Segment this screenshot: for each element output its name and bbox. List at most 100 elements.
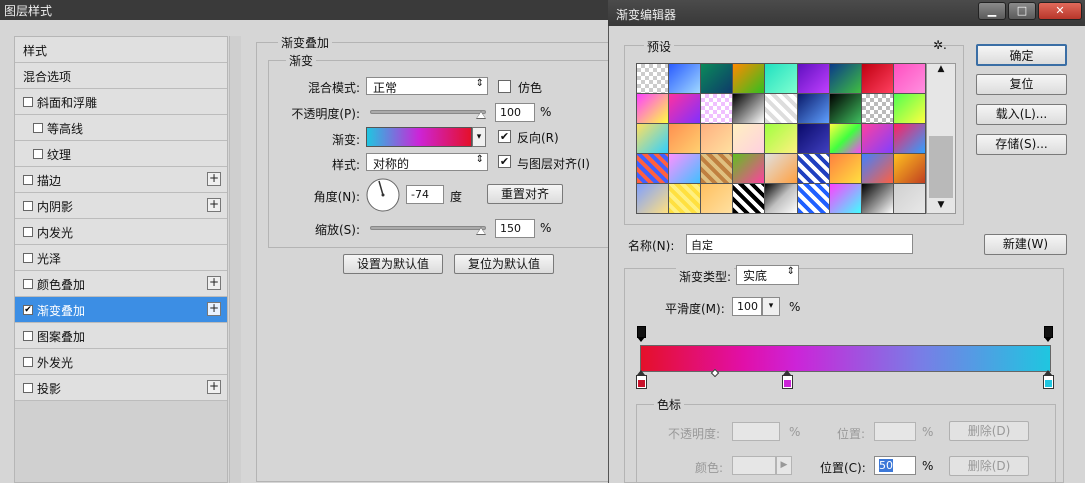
style-checkbox[interactable] — [23, 253, 33, 263]
opacity-stop-left[interactable] — [637, 326, 646, 342]
preset-swatch[interactable] — [861, 94, 893, 123]
preset-swatch[interactable] — [637, 124, 669, 153]
preset-swatch[interactable] — [669, 64, 701, 93]
preset-swatch[interactable] — [765, 154, 797, 183]
color-stop-cyan[interactable] — [1043, 370, 1054, 389]
style-list-item[interactable]: 描边 + — [15, 167, 227, 193]
align-layer-checkbox[interactable]: ✔ — [498, 155, 511, 168]
preset-scrollbar[interactable]: ▲ ▼ — [926, 63, 956, 214]
style-checkbox[interactable] — [23, 357, 33, 367]
preset-swatch[interactable] — [861, 124, 893, 153]
preset-swatch[interactable] — [893, 64, 925, 93]
add-effect-icon[interactable]: + — [207, 302, 221, 316]
preset-swatch[interactable] — [861, 154, 893, 183]
style-checkbox[interactable]: ✔ — [23, 305, 33, 315]
style-list-item[interactable]: 混合选项 — [15, 63, 227, 89]
blend-mode-select[interactable]: 正常 ⇕ — [366, 77, 488, 95]
opacity-input[interactable]: 100 — [495, 103, 535, 122]
preset-swatch[interactable] — [701, 184, 733, 213]
style-checkbox[interactable] — [33, 149, 43, 159]
color-stop-purple[interactable] — [782, 370, 793, 389]
preset-swatch[interactable] — [669, 124, 701, 153]
preset-swatch[interactable] — [893, 184, 925, 213]
minimize-icon[interactable]: ▁ — [978, 2, 1006, 20]
gradient-picker-arrow[interactable]: ▾ — [472, 127, 486, 147]
gradient-type-select[interactable]: 实底 ⇕ — [736, 265, 799, 285]
add-effect-icon[interactable]: + — [207, 172, 221, 186]
preset-swatch[interactable] — [797, 184, 829, 213]
add-effect-icon[interactable]: + — [207, 380, 221, 394]
style-checkbox[interactable] — [23, 175, 33, 185]
reverse-checkbox[interactable]: ✔ — [498, 130, 511, 143]
preset-swatch[interactable] — [765, 184, 797, 213]
style-list-item[interactable]: 外发光 — [15, 349, 227, 375]
preset-swatch[interactable] — [893, 154, 925, 183]
style-checkbox[interactable] — [23, 201, 33, 211]
angle-dial-icon[interactable] — [365, 177, 401, 213]
style-select[interactable]: 对称的 ⇕ — [366, 153, 488, 171]
make-default-button[interactable]: 设置为默认值 — [343, 254, 443, 274]
preset-swatch[interactable] — [669, 94, 701, 123]
smoothness-dropdown-arrow[interactable]: ▾ — [762, 297, 780, 316]
style-list-item[interactable]: 内阴影 + — [15, 193, 227, 219]
save-button[interactable]: 存储(S)... — [976, 134, 1067, 155]
angle-input[interactable]: -74 — [406, 185, 444, 204]
new-button[interactable]: 新建(W) — [984, 234, 1067, 255]
close-icon[interactable]: ✕ — [1038, 2, 1082, 20]
style-list-item[interactable]: 颜色叠加 + — [15, 271, 227, 297]
style-checkbox[interactable] — [33, 123, 43, 133]
dither-checkbox[interactable] — [498, 80, 511, 93]
style-list-item[interactable]: 投影 + — [15, 375, 227, 401]
style-list-item[interactable]: 图案叠加 — [15, 323, 227, 349]
preset-swatch[interactable] — [765, 94, 797, 123]
opacity-slider-track[interactable] — [370, 110, 486, 114]
preset-swatch[interactable] — [829, 64, 861, 93]
preset-swatch[interactable] — [669, 184, 701, 213]
preset-swatch[interactable] — [829, 94, 861, 123]
ok-button[interactable]: 确定 — [976, 44, 1067, 66]
preset-swatch[interactable] — [893, 94, 925, 123]
style-checkbox[interactable] — [23, 227, 33, 237]
opacity-slider-thumb[interactable] — [476, 111, 486, 119]
preset-swatch[interactable] — [733, 94, 765, 123]
style-list-item[interactable]: ✔ 渐变叠加 + — [15, 297, 227, 323]
style-list-item[interactable]: 内发光 — [15, 219, 227, 245]
style-checkbox[interactable] — [23, 331, 33, 341]
preset-swatch[interactable] — [733, 184, 765, 213]
preset-swatch[interactable] — [733, 124, 765, 153]
name-input[interactable]: 自定 — [686, 234, 913, 254]
preset-swatch[interactable] — [701, 124, 733, 153]
reset-align-button[interactable]: 重置对齐 — [487, 184, 563, 204]
add-effect-icon[interactable]: + — [207, 198, 221, 212]
preset-swatch[interactable] — [861, 184, 893, 213]
style-list-item[interactable]: 等高线 — [15, 115, 227, 141]
preset-swatch[interactable] — [701, 154, 733, 183]
scale-slider-thumb[interactable] — [476, 227, 486, 235]
style-list-item[interactable]: 光泽 — [15, 245, 227, 271]
preset-swatch[interactable] — [797, 64, 829, 93]
preset-swatch[interactable] — [637, 64, 669, 93]
preset-swatch[interactable] — [733, 154, 765, 183]
style-checkbox[interactable] — [23, 383, 33, 393]
scale-slider-track[interactable] — [370, 226, 486, 230]
load-button[interactable]: 载入(L)... — [976, 104, 1067, 125]
preset-swatch[interactable] — [861, 64, 893, 93]
gradient-preview-swatch[interactable] — [366, 127, 472, 147]
style-list-item[interactable]: 斜面和浮雕 — [15, 89, 227, 115]
color-stop-red[interactable] — [636, 370, 647, 389]
preset-swatch[interactable] — [765, 124, 797, 153]
preset-swatch[interactable] — [797, 124, 829, 153]
preset-swatch[interactable] — [733, 64, 765, 93]
scroll-up-icon[interactable]: ▲ — [927, 64, 955, 78]
preset-swatch[interactable] — [829, 184, 861, 213]
reset-default-button[interactable]: 复位为默认值 — [454, 254, 554, 274]
scale-input[interactable]: 150 — [495, 219, 535, 238]
style-checkbox[interactable] — [23, 279, 33, 289]
style-list-item[interactable]: 样式 — [15, 37, 227, 63]
reset-button[interactable]: 复位 — [976, 74, 1067, 95]
preset-swatch[interactable] — [765, 64, 797, 93]
opacity-stop-right[interactable] — [1044, 326, 1053, 342]
preset-swatch[interactable] — [797, 154, 829, 183]
preset-swatch[interactable] — [637, 94, 669, 123]
maximize-icon[interactable]: □ — [1008, 2, 1036, 20]
